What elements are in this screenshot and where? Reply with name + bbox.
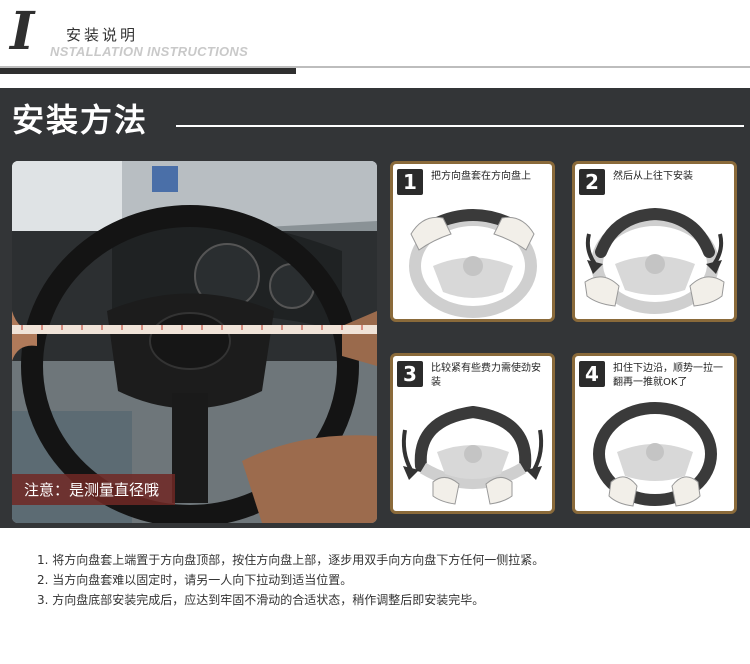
instruction-item: 1. 将方向盘套上端置于方向盘顶部，按住方向盘上部，逐步用双手向方向盘下方任何一… bbox=[37, 553, 545, 567]
step-4-illustration bbox=[593, 402, 717, 507]
step-number: 4 bbox=[579, 361, 605, 387]
step-1-illustration bbox=[409, 209, 537, 318]
section-header: I 安装说明 NSTALLATION INSTRUCTIONS bbox=[0, 0, 750, 88]
instruction-list: 1. 将方向盘套上端置于方向盘顶部，按住方向盘上部，逐步用双手向方向盘下方任何一… bbox=[37, 550, 737, 610]
measurement-photo: 注意：是测量直径哦 bbox=[12, 161, 377, 523]
header-accent-bar bbox=[0, 68, 296, 74]
step-2-illustration bbox=[584, 207, 725, 314]
instruction-item: 3. 方向盘底部安装完成后，应达到牢固不滑动的合适状态，稍作调整后即安装完毕。 bbox=[37, 593, 485, 607]
header-title-cn: 安装说明 bbox=[66, 26, 139, 44]
header-title-en: NSTALLATION INSTRUCTIONS bbox=[50, 44, 249, 59]
instruction-item: 2. 当方向盘套难以固定时，请另一人向下拉动到适当位置。 bbox=[37, 573, 353, 587]
step-number: 3 bbox=[397, 361, 423, 387]
section-title: 安装方法 bbox=[12, 101, 149, 139]
steering-wheel-photo-illustration bbox=[12, 161, 377, 523]
step-card-2: 2 然后从上往下安装 bbox=[572, 161, 737, 322]
step-card-3: 3 比较紧有些费力需使劲安装 bbox=[390, 353, 555, 514]
step-text: 把方向盘套在方向盘上 bbox=[431, 171, 531, 182]
step-card-1: 1 把方向盘套在方向盘上 bbox=[390, 161, 555, 322]
step-text: 然后从上往下安装 bbox=[613, 171, 693, 182]
measurement-note: 注意：是测量直径哦 bbox=[12, 474, 176, 505]
step-card-4: 4 扣住下边沿，顺势一拉一翻再一推就OK了 bbox=[572, 353, 737, 514]
title-underline bbox=[176, 125, 744, 127]
step-number: 1 bbox=[397, 169, 423, 195]
step-3-illustration bbox=[401, 405, 544, 505]
step-number: 2 bbox=[579, 169, 605, 195]
header-letter: I bbox=[10, 1, 35, 62]
installation-panel: 安装方法 注意：是测量直径哦 1 把方向盘套在方向盘上 2 然后从上往下安装 3… bbox=[0, 88, 750, 528]
